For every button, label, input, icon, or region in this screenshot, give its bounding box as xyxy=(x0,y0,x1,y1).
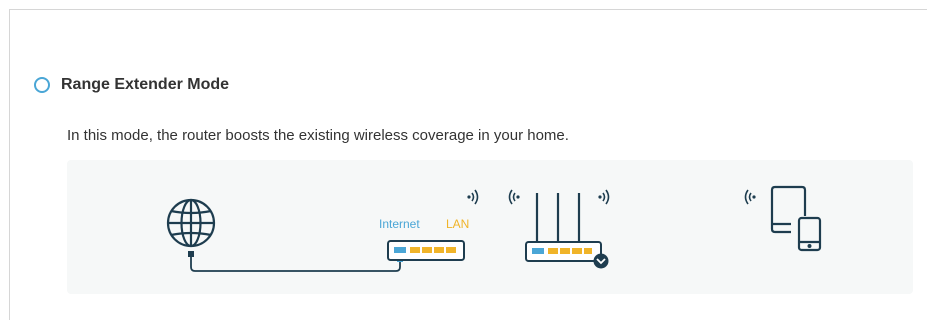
wifi-signal-icon xyxy=(467,189,479,205)
router-icon xyxy=(525,193,609,269)
range-extender-radio[interactable] xyxy=(34,77,50,93)
device-wifi-icon xyxy=(744,189,756,205)
range-extender-mode-option[interactable]: Range Extender Mode xyxy=(34,76,229,94)
modem-icon xyxy=(387,240,465,261)
connection-cable xyxy=(190,254,401,272)
phone-icon xyxy=(797,216,822,252)
globe-icon xyxy=(166,198,216,248)
mode-diagram: Internet LAN xyxy=(67,160,913,294)
lan-label: LAN xyxy=(446,217,469,231)
settings-panel: Range Extender Mode In this mode, the ro… xyxy=(9,9,927,320)
diagram-svg: Internet LAN xyxy=(166,185,822,272)
router-wifi-right-icon xyxy=(598,189,610,205)
internet-label: Internet xyxy=(379,217,420,231)
mode-description: In this mode, the router boosts the exis… xyxy=(67,127,569,144)
cable-plug-left xyxy=(188,251,194,257)
mode-label: Range Extender Mode xyxy=(61,76,230,93)
router-wifi-left-icon xyxy=(508,189,520,205)
